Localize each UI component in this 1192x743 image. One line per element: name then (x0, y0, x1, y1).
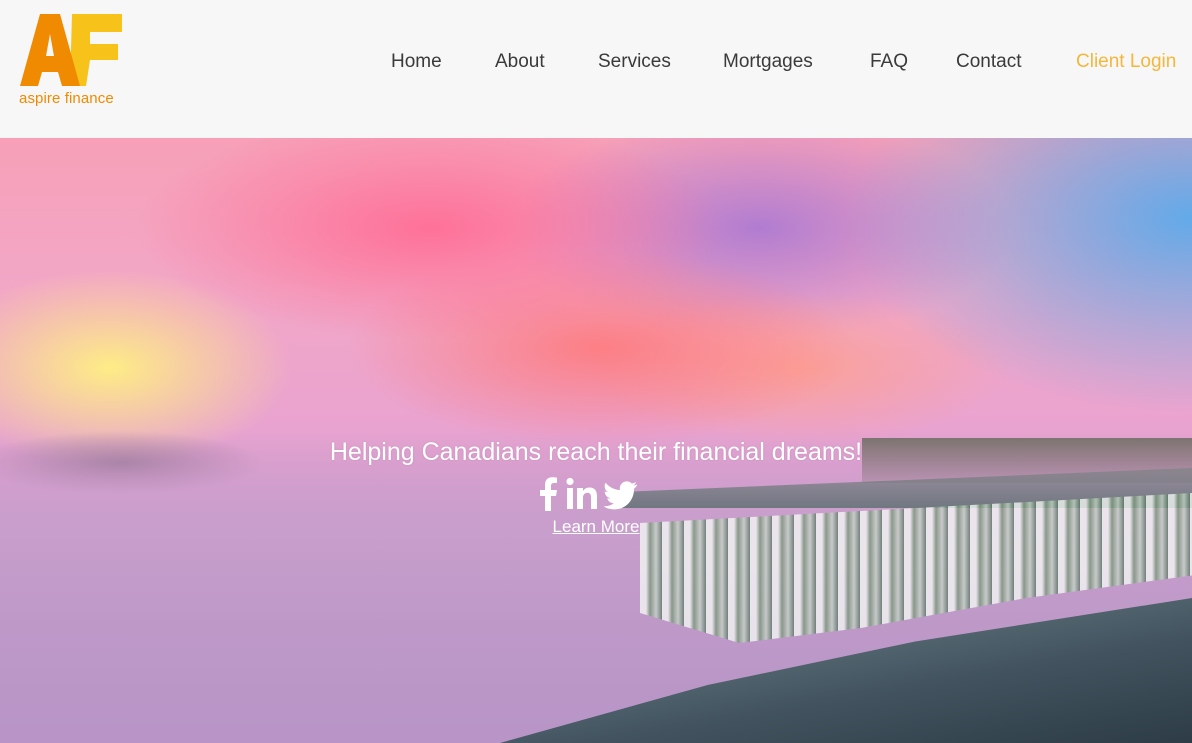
hero-content: Helping Canadians reach their financial … (0, 438, 1192, 537)
logo-text: aspire finance (19, 90, 114, 107)
site-header: aspire finance Home About Services Mortg… (0, 0, 1192, 138)
nav-mortgages[interactable]: Mortgages (723, 51, 813, 73)
nav-contact[interactable]: Contact (956, 51, 1021, 73)
hero-sky (672, 138, 1192, 468)
social-links (536, 477, 656, 513)
twitter-icon[interactable] (604, 477, 638, 511)
nav-faq[interactable]: FAQ (870, 51, 908, 73)
main-nav: Home About Services Mortgages FAQ Contac… (0, 51, 1192, 79)
facebook-icon[interactable] (538, 477, 558, 511)
nav-client-login[interactable]: Client Login (1076, 51, 1176, 73)
nav-home[interactable]: Home (391, 51, 442, 73)
hero-tagline: Helping Canadians reach their financial … (329, 438, 863, 466)
nav-about[interactable]: About (495, 51, 545, 73)
learn-more-link[interactable]: Learn More (553, 517, 640, 537)
hero-banner: Helping Canadians reach their financial … (0, 138, 1192, 743)
linkedin-icon[interactable] (566, 477, 598, 511)
nav-services[interactable]: Services (598, 51, 671, 73)
